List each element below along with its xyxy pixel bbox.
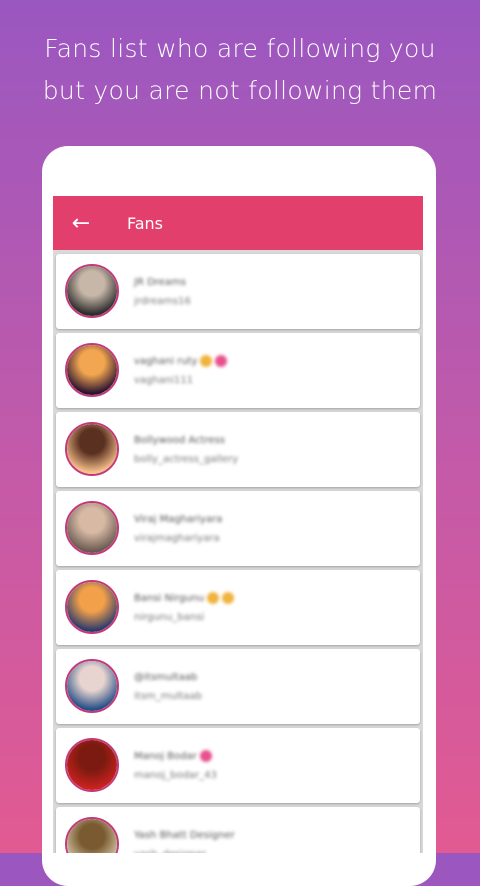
fan-name: JR Dreams: [134, 277, 186, 288]
fan-name: Manoj Bodar: [134, 750, 217, 763]
avatar[interactable]: [65, 264, 119, 318]
fan-text: @itsmultaab itsm_multaab: [134, 671, 202, 709]
fan-row[interactable]: Bollywood Actress bolly_actress_gallery: [56, 412, 420, 487]
fan-row[interactable]: @itsmultaab itsm_multaab: [56, 649, 420, 724]
fan-name: Bansi Nirgunu: [134, 592, 235, 605]
headline-line-2: but you are not following them: [42, 76, 438, 105]
fan-username: bolly_actress_gallery: [134, 454, 239, 465]
fan-name: Viraj Maghariyara: [134, 514, 223, 525]
fan-name: Bollywood Actress: [134, 435, 225, 446]
fan-name: vaghani ruty: [134, 355, 228, 368]
fan-name: Yash Bhatt Designer: [134, 830, 235, 841]
emoji-icon: [199, 750, 212, 762]
emoji-icon: [222, 592, 235, 604]
avatar-image: [67, 582, 117, 632]
avatar[interactable]: [65, 659, 119, 713]
fans-list[interactable]: JR Dreams jrdreams16 vaghani ruty vaghani11…: [53, 250, 423, 853]
avatar[interactable]: [65, 501, 119, 555]
avatar-image: [67, 819, 117, 853]
fan-text: vaghani ruty vaghani111: [134, 355, 228, 393]
fan-text: Bollywood Actress bolly_actress_gallery: [134, 434, 238, 472]
fan-text: Yash Bhatt Designer yash_designer: [134, 829, 235, 853]
avatar[interactable]: [65, 580, 119, 634]
avatar-image: [67, 503, 117, 553]
fan-username: manoj_bodar_43: [134, 770, 217, 781]
fan-username: nirgunu_bansi: [134, 612, 205, 623]
page-title: Fans: [127, 213, 164, 233]
avatar[interactable]: [65, 343, 119, 397]
avatar[interactable]: [65, 422, 119, 476]
promo-headline: Fans list who are following you but you …: [0, 28, 480, 112]
emoji-icon: [207, 592, 220, 604]
app-bar: ← Fans: [53, 196, 423, 250]
fan-row[interactable]: Manoj Bodar manoj_bodar_43: [56, 728, 420, 803]
fan-row[interactable]: JR Dreams jrdreams16: [56, 254, 420, 329]
fan-text: Manoj Bodar manoj_bodar_43: [134, 750, 217, 788]
fan-text: Bansi Nirgunu nirgunu_bansi: [134, 592, 235, 630]
avatar[interactable]: [65, 817, 119, 853]
fan-username: itsm_multaab: [134, 691, 203, 702]
fan-username: yash_designer: [134, 848, 235, 853]
avatar-image: [67, 266, 117, 316]
emoji-icon: [200, 355, 213, 367]
emoji-icon: [215, 355, 228, 367]
fan-username: vaghani111: [134, 375, 194, 386]
avatar-image: [67, 345, 117, 395]
avatar-image: [67, 740, 117, 790]
avatar-image: [67, 424, 117, 474]
arrow-left-icon[interactable]: ←: [53, 211, 109, 236]
fan-row[interactable]: Bansi Nirgunu nirgunu_bansi: [56, 570, 420, 645]
fan-username: virajmaghariyara: [134, 533, 220, 544]
fan-row[interactable]: Viraj Maghariyara virajmaghariyara: [56, 491, 420, 566]
fan-row[interactable]: vaghani ruty vaghani111: [56, 333, 420, 408]
fan-text: JR Dreams jrdreams16: [134, 276, 191, 314]
fan-username: jrdreams16: [134, 296, 191, 307]
headline-line-1: Fans list who are following you: [44, 34, 436, 63]
avatar-image: [67, 661, 117, 711]
fan-row[interactable]: Yash Bhatt Designer yash_designer: [56, 807, 420, 853]
fan-text: Viraj Maghariyara virajmaghariyara: [134, 513, 222, 551]
avatar[interactable]: [65, 738, 119, 792]
fan-name: @itsmultaab: [134, 672, 198, 683]
